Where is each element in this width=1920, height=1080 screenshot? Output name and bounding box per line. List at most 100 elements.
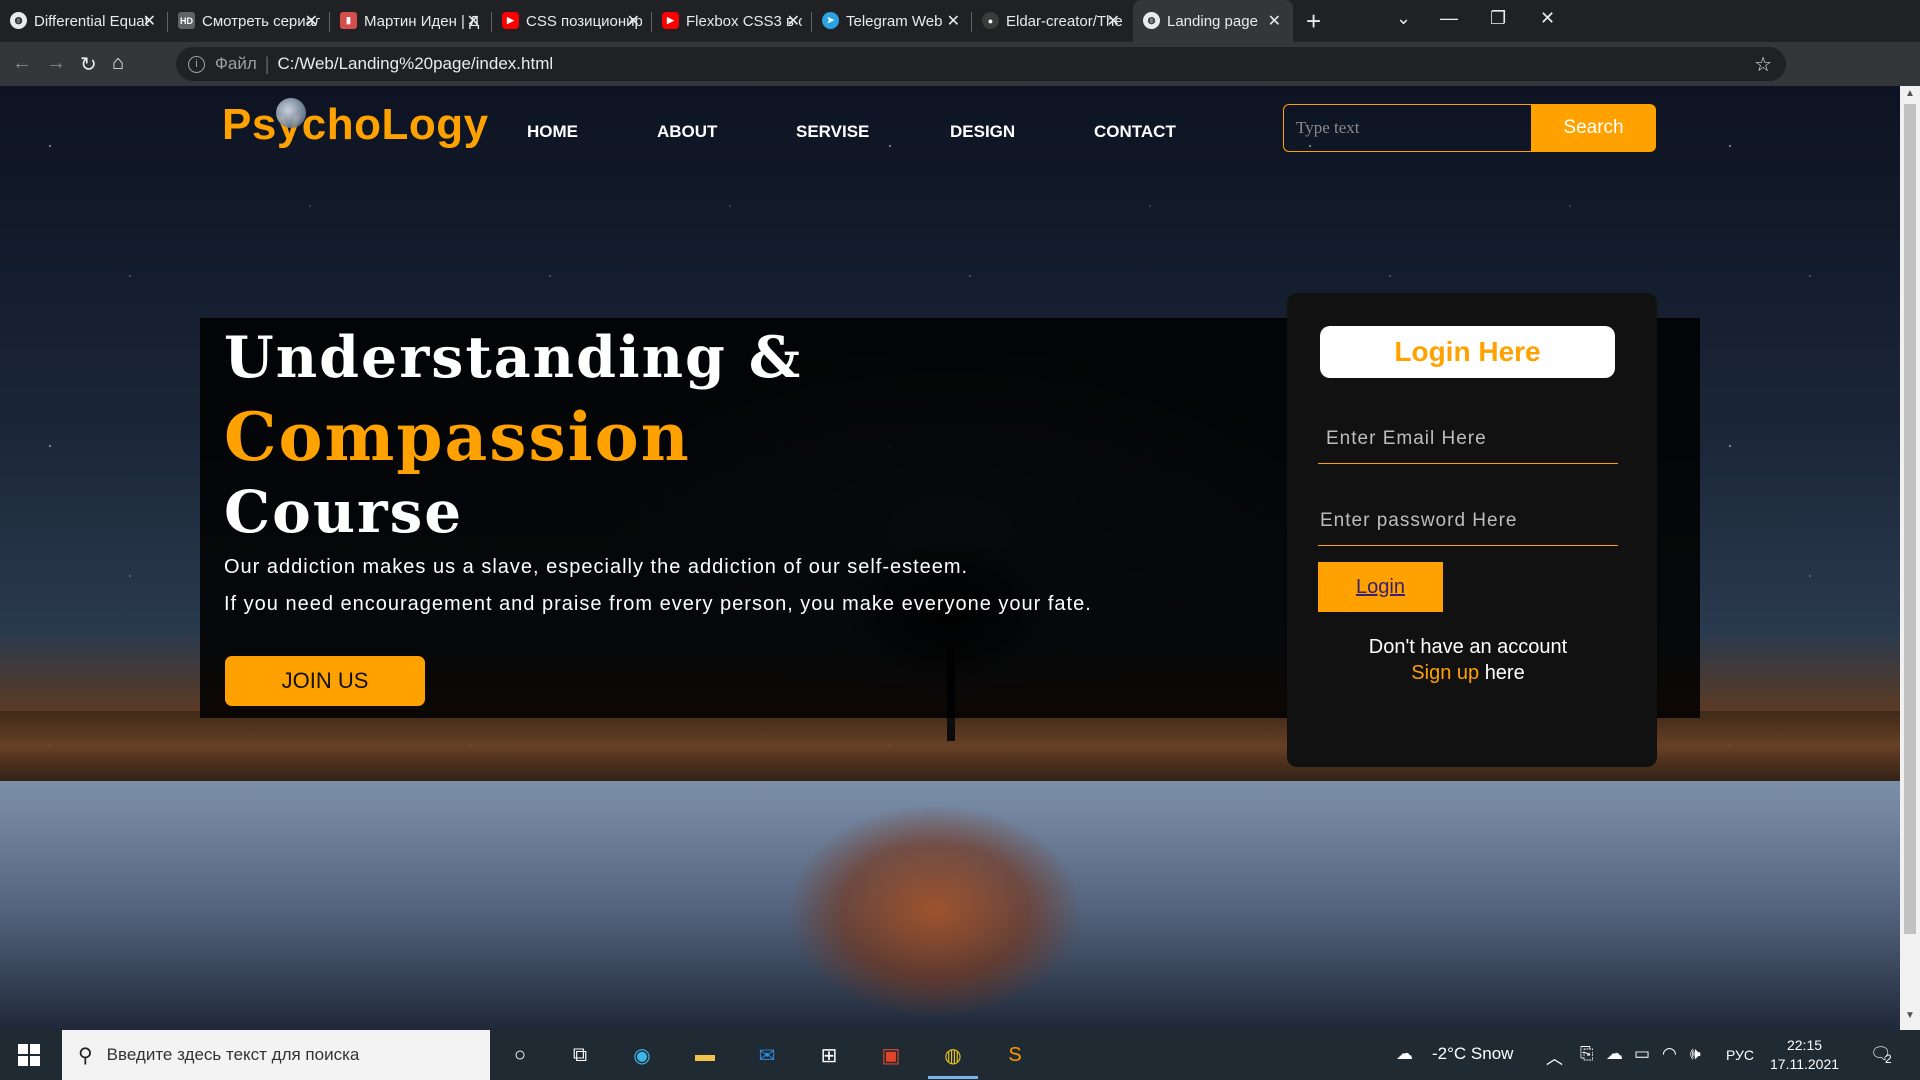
- youtube-icon: ▶: [502, 12, 519, 29]
- youtube-icon: ▶: [662, 12, 679, 29]
- cortana-icon[interactable]: ○: [505, 1040, 535, 1070]
- telegram-icon: ➤: [822, 12, 839, 29]
- nav-servise[interactable]: SERVISE: [796, 122, 869, 142]
- nav-contact[interactable]: CONTACT: [1094, 122, 1176, 142]
- notification-count: 2: [1885, 1052, 1892, 1066]
- volume-icon[interactable]: 🕪: [1690, 1044, 1701, 1064]
- globe-icon: ◍: [10, 12, 27, 29]
- tab-title: Мартин Иден | Д: [364, 12, 480, 30]
- login-button[interactable]: Login: [1318, 562, 1443, 612]
- bookmark-star-icon[interactable]: ☆: [1754, 52, 1772, 77]
- tab-title: Landing page: [1167, 12, 1258, 30]
- tab-martin-eden[interactable]: ▮ Мартин Иден | Д ✕: [330, 0, 492, 42]
- login-title: Login Here: [1320, 326, 1615, 378]
- weather-icon[interactable]: ☁: [1396, 1044, 1413, 1064]
- hero-title-line1: Understanding &: [224, 324, 803, 391]
- file-explorer-icon[interactable]: ▬: [690, 1040, 720, 1070]
- chrome-icon[interactable]: ◍: [928, 1040, 978, 1079]
- no-account-text: Don't have an account: [1368, 636, 1568, 658]
- tab-differential[interactable]: ◍ Differential Equat ✕: [0, 0, 168, 42]
- restore-icon[interactable]: ❐: [1490, 8, 1506, 29]
- tab-title: CSS позиционир: [526, 12, 642, 30]
- search-button[interactable]: Search: [1531, 104, 1656, 152]
- info-icon[interactable]: i: [188, 55, 205, 73]
- close-icon[interactable]: ✕: [143, 11, 156, 31]
- back-icon[interactable]: ←: [12, 52, 32, 75]
- close-icon[interactable]: ✕: [787, 11, 800, 31]
- hero-text-1: Our addiction makes us a slave, especial…: [224, 556, 969, 578]
- tab-telegram[interactable]: ➤ Telegram Web ✕: [812, 0, 972, 42]
- tab-github[interactable]: ● Eldar-creator/The ✕: [972, 0, 1132, 42]
- close-icon[interactable]: ✕: [305, 11, 318, 31]
- tab-flexbox[interactable]: ▶ Flexbox CSS3 в о ✕: [652, 0, 812, 42]
- hero-title-line2: Compassion: [224, 398, 691, 476]
- close-icon[interactable]: ✕: [627, 11, 640, 31]
- tree-reflection: [790, 806, 1080, 1016]
- site-logo[interactable]: PsychoLogy: [222, 100, 489, 150]
- new-tab-icon[interactable]: +: [1306, 6, 1321, 37]
- page-scrollbar[interactable]: ▲ ▼: [1900, 86, 1920, 1030]
- scroll-up-icon[interactable]: ▲: [1905, 88, 1915, 99]
- forward-icon[interactable]: →: [46, 52, 66, 75]
- home-icon[interactable]: ⌂: [112, 52, 124, 75]
- nav-about[interactable]: ABOUT: [657, 122, 717, 142]
- book-icon: ▮: [340, 12, 357, 29]
- address-url[interactable]: C:/Web/Landing%20page/index.html: [277, 54, 553, 74]
- signup-prompt: Don't have an account Sign up here: [1318, 634, 1618, 686]
- close-window-icon[interactable]: ✕: [1540, 8, 1555, 29]
- nav-design[interactable]: DESIGN: [950, 122, 1015, 142]
- battery-icon[interactable]: ▭: [1634, 1044, 1650, 1064]
- close-icon[interactable]: ✕: [1107, 11, 1120, 31]
- here-text: here: [1484, 662, 1525, 684]
- tab-title: Differential Equat: [34, 12, 149, 30]
- reload-icon[interactable]: ↻: [80, 52, 97, 77]
- tab-landing-page[interactable]: ◍ Landing page ✕: [1133, 0, 1293, 42]
- tab-search-icon[interactable]: ⌄: [1396, 8, 1411, 29]
- nav-home[interactable]: HOME: [527, 122, 578, 142]
- close-icon[interactable]: ✕: [1268, 11, 1281, 31]
- moon-icon: [276, 98, 306, 128]
- minimize-icon[interactable]: —: [1440, 8, 1458, 29]
- email-field[interactable]: [1318, 414, 1618, 464]
- task-view-icon[interactable]: ⧉: [565, 1040, 595, 1070]
- onedrive-icon[interactable]: ☁: [1606, 1044, 1623, 1064]
- weather-text[interactable]: -2°C Snow: [1432, 1044, 1513, 1064]
- chevron-up-icon[interactable]: ︿: [1546, 1044, 1563, 1069]
- github-icon: ●: [982, 12, 999, 29]
- tab-title: Flexbox CSS3 в о: [686, 12, 802, 30]
- wifi-icon[interactable]: ◠: [1662, 1044, 1677, 1064]
- browser-toolbar: ← → ↻ ⌂ i Файл | C:/Web/Landing%20page/i…: [0, 42, 1920, 86]
- office-icon[interactable]: ▣: [876, 1040, 906, 1070]
- date-text: 17.11.2021: [1770, 1056, 1840, 1072]
- language-indicator[interactable]: РУС: [1726, 1047, 1754, 1063]
- password-field[interactable]: [1318, 496, 1618, 546]
- edge-icon[interactable]: ◉: [627, 1040, 657, 1070]
- tab-title: Telegram Web: [846, 12, 943, 30]
- address-bar[interactable]: i Файл | C:/Web/Landing%20page/index.htm…: [176, 47, 1786, 81]
- clock[interactable]: 22:15 17.11.2021: [1770, 1036, 1839, 1074]
- signup-link[interactable]: Sign up: [1411, 662, 1479, 684]
- store-icon[interactable]: ⊞: [814, 1040, 844, 1070]
- time-text: 22:15: [1786, 1037, 1823, 1053]
- scrollbar-thumb[interactable]: [1904, 104, 1916, 934]
- tab-css-positioning[interactable]: ▶ CSS позиционир ✕: [492, 0, 652, 42]
- scroll-down-icon[interactable]: ▼: [1905, 1010, 1915, 1021]
- address-scheme: Файл: [215, 54, 257, 73]
- sublime-text-icon[interactable]: S: [1000, 1040, 1030, 1070]
- tab-serial[interactable]: HD Смотреть сериал ✕: [168, 0, 330, 42]
- windows-taskbar: ⚲ Введите здесь текст для поиска ○ ⧉ ◉ ▬…: [0, 1030, 1920, 1080]
- mail-icon[interactable]: ✉: [752, 1040, 782, 1070]
- hero-text-2: If you need encouragement and praise fro…: [224, 593, 1092, 615]
- taskbar-search[interactable]: ⚲ Введите здесь текст для поиска: [62, 1030, 490, 1080]
- close-icon[interactable]: ✕: [947, 11, 960, 31]
- meet-icon[interactable]: ⎘: [1580, 1044, 1594, 1064]
- close-icon[interactable]: ✕: [467, 11, 480, 31]
- search-icon: ⚲: [78, 1044, 93, 1067]
- hd-icon: HD: [178, 12, 195, 29]
- join-us-button[interactable]: JOIN US: [225, 656, 425, 706]
- windows-start-icon[interactable]: [18, 1044, 40, 1066]
- taskbar-search-placeholder: Введите здесь текст для поиска: [106, 1045, 360, 1064]
- tab-title: Eldar-creator/The: [1006, 12, 1122, 30]
- search-input[interactable]: [1283, 104, 1531, 152]
- globe-icon: ◍: [1143, 12, 1160, 29]
